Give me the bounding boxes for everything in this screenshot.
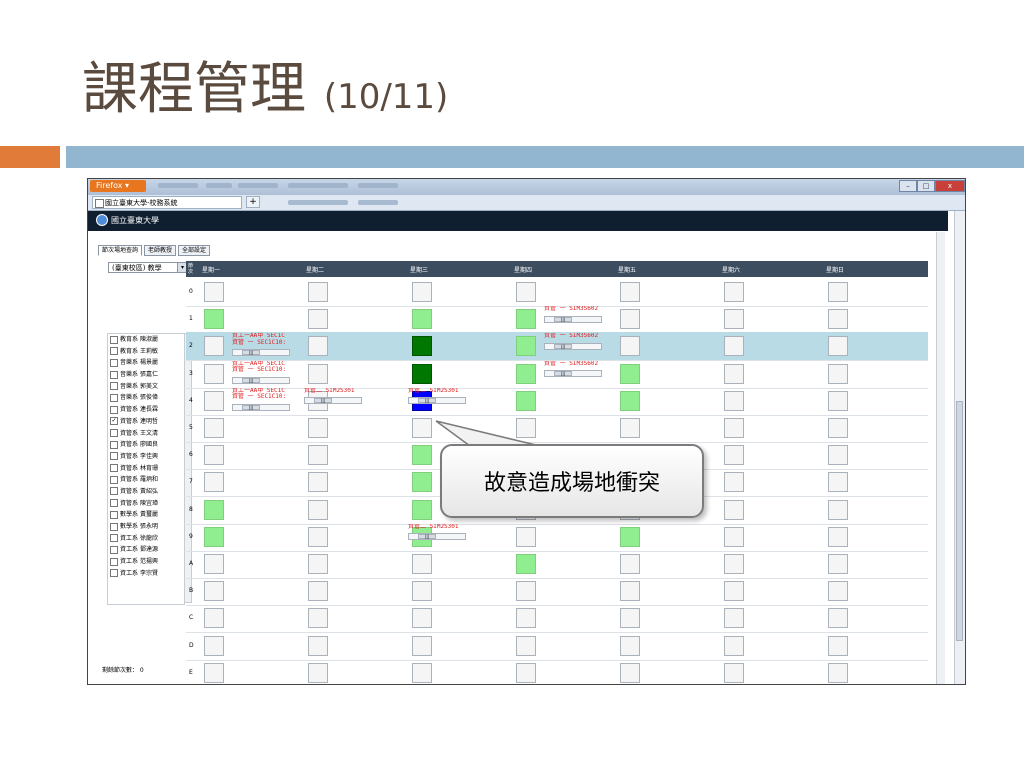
callout-pointer [435, 420, 541, 447]
callout-text: 故意造成場地衝突 [483, 471, 660, 496]
conflict-callout: 故意造成場地衝突 [440, 444, 704, 518]
